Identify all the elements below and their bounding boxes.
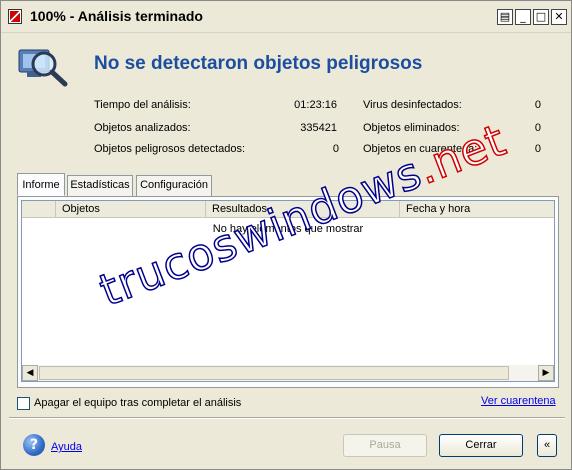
disinfected-label: Virus desinfectados:	[363, 99, 462, 111]
tab-estadisticas[interactable]: Estadísticas	[67, 175, 133, 196]
dangerous-objects-value: 0	[332, 143, 339, 155]
magnifier-computer-icon	[18, 49, 68, 87]
expand-button[interactable]: «	[537, 434, 557, 457]
help-link[interactable]: Ayuda	[51, 441, 82, 453]
help-icon[interactable]: ?	[23, 434, 45, 456]
scanned-objects-label: Objetos analizados:	[94, 122, 191, 134]
result-headline: No se detectaron objetos peligrosos	[94, 53, 423, 74]
tab-informe[interactable]: Informe	[17, 173, 65, 196]
window-title: 100% - Análisis terminado	[30, 8, 203, 24]
column-header-objects[interactable]: Objetos	[56, 201, 206, 218]
scan-time-value: 01:23:16	[294, 99, 337, 111]
scroll-right-icon[interactable]: ▶	[538, 365, 554, 381]
disinfected-value: 0	[534, 99, 541, 111]
minimize-icon[interactable]: _	[515, 9, 531, 25]
maximize-icon[interactable]: □	[533, 9, 549, 25]
view-quarantine-link[interactable]: Ver cuarentena	[481, 395, 556, 407]
tab-configuracion[interactable]: Configuración	[136, 175, 212, 196]
kaspersky-logo-icon	[8, 9, 22, 24]
column-header-datetime[interactable]: Fecha y hora	[400, 201, 554, 218]
scan-result-window: 100% - Análisis terminado ▤ _ □ ✕ No se …	[0, 0, 572, 470]
column-header-status[interactable]	[22, 201, 56, 218]
scanned-objects-value: 335421	[300, 122, 337, 134]
deleted-label: Objetos eliminados:	[363, 122, 460, 134]
horizontal-scrollbar[interactable]: ◀ ▶	[22, 365, 554, 381]
close-icon[interactable]: ✕	[551, 9, 567, 25]
pause-button[interactable]: Pausa	[343, 434, 427, 457]
scroll-left-icon[interactable]: ◀	[22, 365, 38, 381]
shutdown-label[interactable]: Apagar el equipo tras completar el análi…	[34, 397, 241, 409]
shutdown-checkbox[interactable]	[17, 397, 30, 410]
close-button[interactable]: Cerrar	[439, 434, 523, 457]
footer-divider	[9, 417, 565, 419]
dangerous-objects-label: Objetos peligrosos detectados:	[94, 143, 246, 155]
deleted-value: 0	[534, 122, 541, 134]
scroll-thumb[interactable]	[39, 366, 509, 380]
tray-icon[interactable]: ▤	[497, 9, 513, 25]
title-bar[interactable]: 100% - Análisis terminado ▤ _ □ ✕	[1, 1, 571, 33]
scan-time-label: Tiempo del análisis:	[94, 99, 191, 111]
